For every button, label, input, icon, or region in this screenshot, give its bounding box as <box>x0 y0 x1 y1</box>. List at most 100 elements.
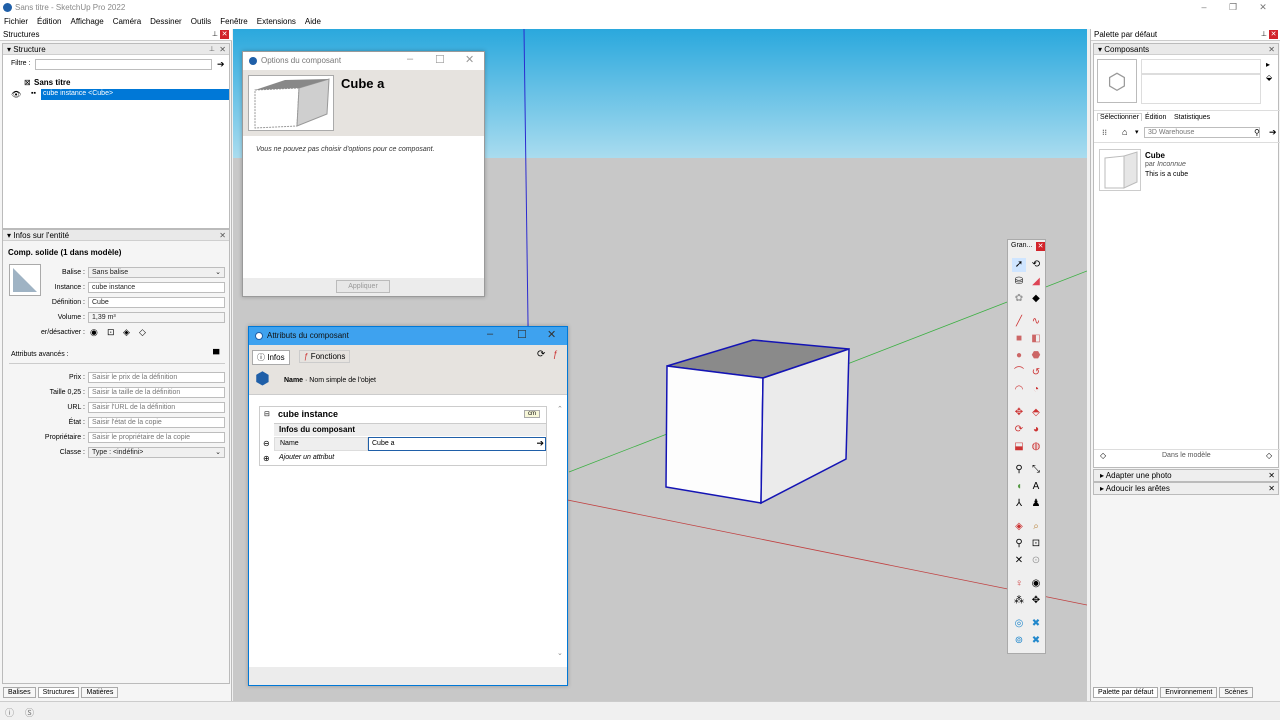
close-tray-icon[interactable]: ✕ <box>220 30 229 39</box>
tab-selectionner[interactable]: Sélectionner <box>1097 113 1142 121</box>
section-plane-icon[interactable]: ◈ <box>1012 520 1026 534</box>
search-icon[interactable]: ⚲ <box>1254 128 1260 137</box>
view-options-icon[interactable]: ⁝⁝ <box>1102 128 1107 137</box>
arrow-right-icon[interactable]: ➔ <box>1269 127 1277 138</box>
details-icon[interactable]: ▸ <box>1266 60 1270 69</box>
tab-infos[interactable]: ⓘ Infos <box>252 350 290 365</box>
remove-attribute-icon[interactable]: ⊖ <box>263 439 270 448</box>
close-tray-icon[interactable]: ✕ <box>1269 30 1278 39</box>
paint-bucket-icon[interactable]: ⛁ <box>1012 275 1026 289</box>
restore-icon[interactable]: ❐ <box>1226 2 1240 13</box>
price-input[interactable]: Saisir le prix de la définition <box>88 372 225 383</box>
two-point-arc-icon[interactable]: ↺ <box>1029 366 1043 380</box>
freehand-icon[interactable]: ∿ <box>1029 315 1043 329</box>
zoom-window-icon[interactable]: ⊡ <box>1029 537 1043 551</box>
protractor-icon[interactable]: ◖ <box>1012 480 1026 494</box>
tab-fonctions[interactable]: ƒ Fonctions <box>299 350 351 363</box>
geo-location-icon[interactable]: ⓘ <box>5 706 14 719</box>
component-description-field[interactable] <box>1141 74 1261 104</box>
pan-icon[interactable]: ✥ <box>1029 594 1043 608</box>
menu-affichage[interactable]: Affichage <box>66 15 108 26</box>
unit-button[interactable]: cm <box>524 410 540 418</box>
tree-root[interactable]: Sans titre <box>34 78 70 87</box>
share-model-icon[interactable]: ⊚ <box>1012 634 1026 648</box>
filter-arrow-icon[interactable]: ➔ <box>217 59 225 70</box>
pin-icon[interactable]: ⊥ <box>212 30 218 38</box>
close-toolbar-icon[interactable]: ✕ <box>1036 242 1045 251</box>
rotated-rectangle-icon[interactable]: ◧ <box>1029 332 1043 346</box>
minimize-icon[interactable]: – <box>407 53 413 65</box>
arrow-right-icon[interactable]: ➔ <box>536 438 544 449</box>
menu-outils[interactable]: Outils <box>187 15 216 26</box>
menu-fenetre[interactable]: Fenêtre <box>216 15 253 26</box>
scroll-up-icon[interactable]: ⌃ <box>557 405 563 413</box>
filter-input[interactable] <box>35 59 212 70</box>
chevron-down-icon[interactable]: ▾ <box>1135 128 1139 136</box>
axes-tool-icon[interactable]: ⅄ <box>1012 497 1026 511</box>
tape-measure-icon[interactable]: ⚲ <box>1012 463 1026 477</box>
tab-scenes[interactable]: Scènes <box>1219 687 1253 698</box>
structure-header[interactable]: ▾ Structure ⊥ ✕ <box>3 44 229 55</box>
lock-icon[interactable]: ⊡ <box>107 327 115 338</box>
add-attribute-icon[interactable]: ⊕ <box>263 454 270 463</box>
definition-field[interactable]: Cube <box>88 297 225 308</box>
polygon-icon[interactable]: ⬣ <box>1029 349 1043 363</box>
close-icon[interactable]: ✕ <box>547 328 556 341</box>
zoom-icon[interactable]: ⚲ <box>1012 537 1026 551</box>
close-icon[interactable]: ✕ <box>1256 2 1270 13</box>
forward-icon[interactable]: ◇ <box>1266 451 1272 460</box>
move-tool-icon[interactable]: ✥ <box>1012 406 1026 420</box>
cube-front-face[interactable] <box>665 365 764 504</box>
close-icon[interactable]: ✕ <box>219 231 226 240</box>
component-name-field[interactable] <box>1141 59 1261 74</box>
close-icon[interactable]: ✕ <box>1268 484 1275 493</box>
toggle-formula-icon[interactable]: ƒ <box>553 349 558 359</box>
minimize-icon[interactable]: – <box>487 328 493 340</box>
menu-edition[interactable]: Édition <box>33 15 66 26</box>
close-icon[interactable]: ✕ <box>1268 45 1275 54</box>
3d-text-icon[interactable]: ♟ <box>1029 497 1043 511</box>
walk-icon[interactable]: ⁂ <box>1012 594 1026 608</box>
text-tool-icon[interactable]: A <box>1029 480 1043 494</box>
menu-fichier[interactable]: Fichier <box>0 15 33 26</box>
state-input[interactable]: Saisir l'état de la copie <box>88 417 225 428</box>
sandbox-icon[interactable]: ✿ <box>1012 292 1026 306</box>
pin-icon[interactable]: ⊥ <box>209 45 215 53</box>
result-thumbnail[interactable] <box>1099 149 1141 191</box>
tag-select[interactable]: Sans balise ⌄ <box>88 267 225 278</box>
name-attribute-input[interactable]: Cube a ➔ <box>368 437 546 451</box>
tab-default-tray[interactable]: Palette par défaut <box>1093 687 1159 698</box>
extension-warehouse-icon[interactable]: ✖ <box>1029 617 1043 631</box>
select-tool-icon[interactable]: ➚ <box>1012 258 1026 272</box>
line-tool-icon[interactable]: ╱ <box>1012 315 1026 329</box>
shadow-receive-icon[interactable]: ◇ <box>139 327 146 338</box>
close-icon[interactable]: ✕ <box>219 45 226 54</box>
instance-field[interactable]: cube instance <box>88 282 225 293</box>
rotate-tool-icon[interactable]: ⟳ <box>1012 423 1026 437</box>
push-pull-icon[interactable]: ⬘ <box>1029 406 1043 420</box>
eraser-icon[interactable]: ◢ <box>1029 275 1043 289</box>
orbit-tool-icon[interactable]: ⟲ <box>1029 258 1043 272</box>
back-icon[interactable]: ◇ <box>1100 451 1106 460</box>
cube[interactable] <box>665 339 850 505</box>
offset-tool-icon[interactable]: ◍ <box>1029 440 1043 454</box>
dimension-icon[interactable]: ⤡ <box>1029 463 1043 477</box>
warehouse-search-input[interactable]: 3D Warehouse <box>1144 127 1260 138</box>
components-header[interactable]: ▾ Composants ✕ <box>1094 44 1278 55</box>
tab-matieres[interactable]: Matières <box>81 687 119 698</box>
tab-balises[interactable]: Balises <box>3 687 36 698</box>
warehouse-icon[interactable]: ◎ <box>1012 617 1026 631</box>
scroll-down-icon[interactable]: ⌄ <box>557 649 563 657</box>
previous-view-icon[interactable]: ⊙ <box>1029 554 1043 568</box>
visibility-icon[interactable]: ◉ <box>90 327 98 338</box>
owner-input[interactable]: Saisir le propriétaire de la copie <box>88 432 225 443</box>
walk-look-icon[interactable]: ◉ <box>1029 577 1043 591</box>
tab-statistiques[interactable]: Statistiques <box>1174 114 1210 121</box>
url-input[interactable]: Saisir l'URL de la définition <box>88 402 225 413</box>
menu-aide[interactable]: Aide <box>301 15 326 26</box>
size-input[interactable]: Saisir la taille de la définition <box>88 387 225 398</box>
layout-icon[interactable]: ✖ <box>1029 634 1043 648</box>
credits-icon[interactable]: Ⓢ <box>25 706 34 719</box>
match-photo-panel[interactable]: ▸ Adapter une photo ✕ <box>1093 469 1279 482</box>
refresh-icon[interactable]: ⟳ <box>537 349 545 360</box>
